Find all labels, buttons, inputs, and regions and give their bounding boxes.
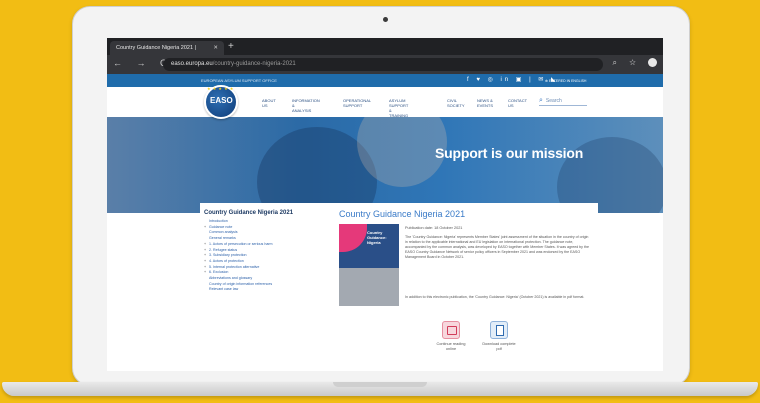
browser-tab-bar: Country Guidance Nigeria 2021 | ✕ + [107,38,663,55]
table-of-contents: Introduction + Guidance note Common analy… [204,219,273,293]
language-selector[interactable]: ⊕ ENTERED IN ENGLISH [545,78,586,84]
url-path: /country-guidance-nigeria-2021 [212,61,296,67]
camera-dot [383,17,388,22]
laptop-screen: Country Guidance Nigeria 2021 | ✕ + ← → … [107,38,663,371]
profile-avatar[interactable] [648,58,657,68]
easo-logo[interactable]: ★ ★ ★ ★ ★ EASO [204,85,238,119]
site-top-strip: EUROPEAN ASYLUM SUPPORT OFFICE f ♥ ◎ in … [107,74,663,87]
logo-stars: ★ ★ ★ ★ ★ [207,86,234,91]
menu-item-about[interactable]: ABOUT US [262,98,276,108]
toc-item-label: 3. Subsidiary protection [209,253,247,258]
toc-item-label: 4. Actors of protection [209,258,244,263]
toc-item-label: 1. Actors of persecution or serious harm [209,241,273,246]
cover-map [339,268,399,306]
toc-item-label: Abbreviations and glossary [209,276,253,281]
toc-item-label: 6. Exclusion [209,270,229,275]
menu-item-contact[interactable]: CONTACT US [508,98,527,108]
browser-toolbar: ← → C ⌂ easo.europa.eu/country-guidance-… [107,55,663,74]
toc-item-label: 5. Internal protection alternative [209,264,260,269]
browser-action-icons[interactable]: ⌕ ☆ [613,58,641,67]
tab-close-icon[interactable]: ✕ [213,41,218,55]
hero-banner: Support is our mission [107,117,663,213]
continue-reading-button[interactable]: Continue reading online [427,321,475,352]
cover-accent [339,224,367,252]
url-field[interactable]: easo.europa.eu/country-guidance-nigeria-… [163,58,603,71]
new-tab-icon[interactable]: + [228,40,234,54]
download-pdf-label: Download complete pdf [482,342,516,351]
publication-cover[interactable]: Country Guidance: Nigeria [339,224,399,306]
menu-item-asylum-support[interactable]: ASYLUM SUPPORT & TRAINING [389,98,408,118]
download-pdf-button[interactable]: Download complete pdf [475,321,523,352]
menu-item-operational[interactable]: OPERATIONAL SUPPORT [343,98,371,108]
cover-title: Country Guidance: Nigeria [367,230,387,245]
document-description: The 'Country Guidance: Nigeria' represen… [405,235,589,260]
logo-text: EASO [210,96,233,105]
toc-item-label: 2. Refugee status [209,247,238,252]
menu-item-news[interactable]: NEWS & EVENTS [477,98,493,108]
document-title: Country Guidance Nigeria 2021 [339,209,466,219]
toc-item-label: Common analysis [209,230,238,235]
url-host: easo.europa.eu [171,61,213,67]
laptop-icon [442,321,460,339]
toc-item-label: Guidance note [209,224,233,229]
menu-item-information[interactable]: INFORMATION & ANALYSIS [292,98,320,113]
toc-item-label: Relevant case law [209,287,239,292]
publication-date: Publication date: 18 October 2021 [405,226,463,230]
tab-title: Country Guidance Nigeria 2021 | [116,45,197,51]
search-input[interactable]: ⌕ Search [539,96,587,106]
toc-item[interactable]: Relevant case law [204,287,273,293]
toc-item-label: General remarks [209,236,236,241]
hero-title: Support is our mission [435,145,584,161]
pdf-icon [490,321,508,339]
content-panel: Country Guidance Nigeria 2021 Introducti… [200,203,598,371]
laptop-base-notch [333,382,427,387]
menu-item-civil-society[interactable]: CIVIL SOCIETY [447,98,465,108]
continue-reading-label: Continue reading online [436,342,466,351]
document-description-pdf: In addition to this electronic publicati… [405,295,585,299]
browser-tab[interactable]: Country Guidance Nigeria 2021 | ✕ [110,41,224,55]
search-icon: ⌕ [539,97,543,104]
search-placeholder: Search [545,98,562,104]
toc-item-label: Introduction [209,219,228,223]
browser-toolbar-icons: ⌕ ☆ [613,58,657,68]
toc-item-label: Country of origin information references [209,281,273,286]
toc-title: Country Guidance Nigeria 2021 [204,210,294,216]
